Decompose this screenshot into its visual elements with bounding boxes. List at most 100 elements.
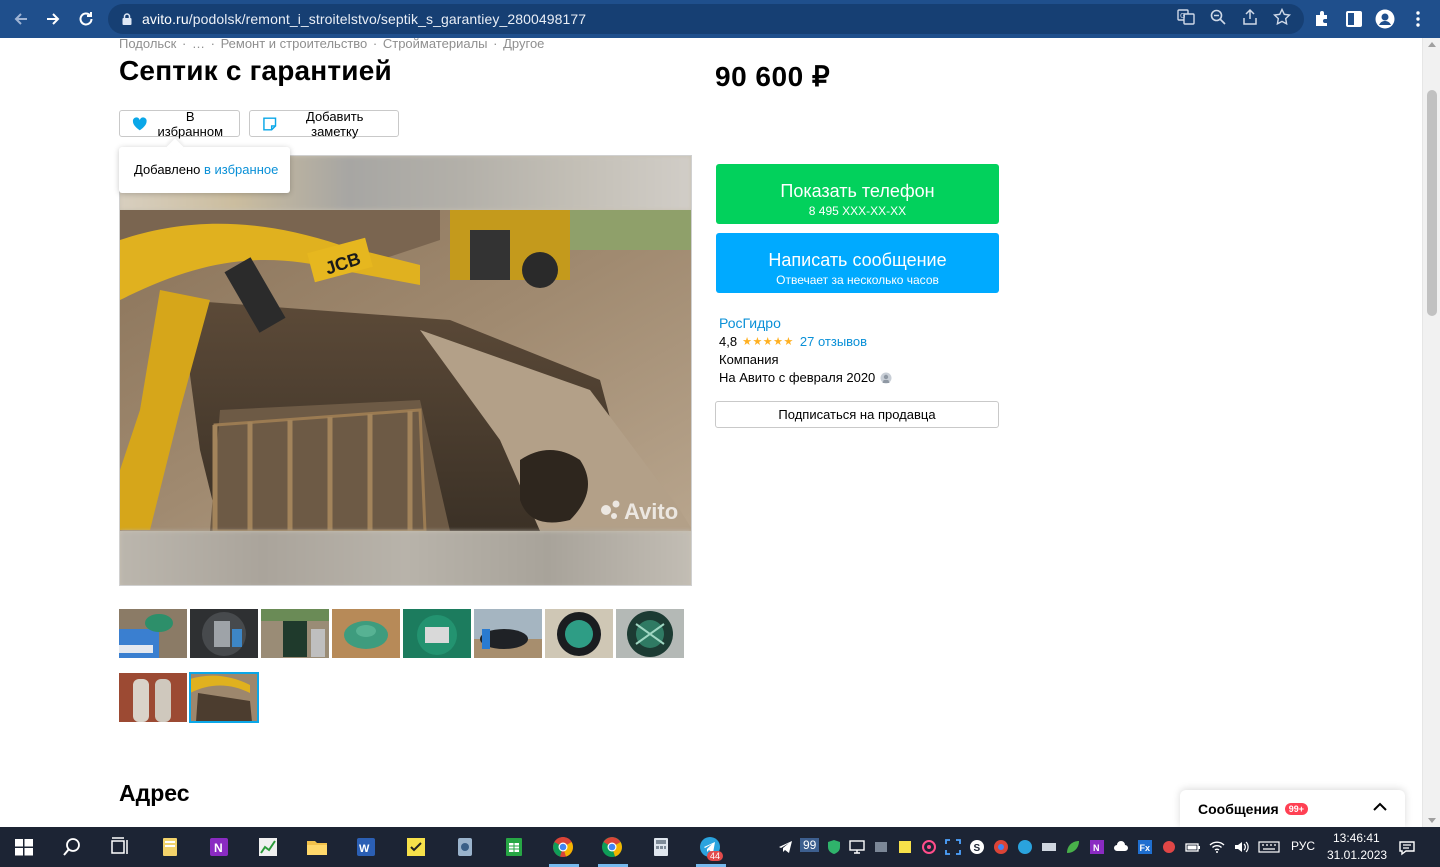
photo-thumbnail[interactable] bbox=[119, 609, 187, 658]
favorite-added-tooltip: Добавлено в избранное bbox=[119, 138, 290, 193]
photo-thumbnail[interactable] bbox=[403, 609, 471, 658]
unread-badge: 99+ bbox=[1284, 802, 1308, 815]
lock-icon[interactable] bbox=[120, 12, 134, 26]
folder-icon[interactable] bbox=[305, 835, 329, 859]
photo-thumbnail[interactable] bbox=[119, 673, 187, 722]
breadcrumb-ellipsis[interactable]: … bbox=[192, 36, 205, 51]
clock-date[interactable]: 31.01.2023 bbox=[1327, 848, 1387, 862]
breadcrumb-separator: · bbox=[372, 36, 378, 51]
windows-start-icon[interactable] bbox=[12, 835, 36, 859]
target-icon[interactable] bbox=[921, 839, 937, 855]
scroll-up-arrow-icon[interactable] bbox=[1428, 42, 1436, 47]
address-bar[interactable]: avito.ru/podolsk/remont_i_stroitelstvo/s… bbox=[108, 4, 1304, 34]
scrollbar-thumb[interactable] bbox=[1427, 90, 1437, 316]
chart-app-icon[interactable] bbox=[256, 835, 280, 859]
heart-icon bbox=[132, 116, 147, 130]
shield-icon[interactable] bbox=[826, 839, 842, 855]
chrome-icon[interactable] bbox=[551, 835, 575, 859]
antivirus-tray-icon[interactable] bbox=[1161, 839, 1177, 855]
bookmark-star-icon[interactable] bbox=[1273, 8, 1291, 26]
photo-thumbnail-active[interactable] bbox=[189, 672, 259, 723]
chrome-profile-icon[interactable] bbox=[600, 835, 624, 859]
svg-text:G: G bbox=[1180, 12, 1185, 20]
side-panel-icon[interactable] bbox=[1344, 9, 1364, 29]
file-explorer-notes-icon[interactable] bbox=[158, 835, 182, 859]
svg-text:N: N bbox=[214, 841, 223, 855]
photo-thumbnail[interactable] bbox=[616, 609, 684, 658]
seller-type: Компания bbox=[719, 352, 779, 367]
breadcrumb-materials[interactable]: Стройматериалы bbox=[383, 36, 488, 51]
word-icon[interactable]: W bbox=[354, 835, 378, 859]
seller-rating: 4,8 ★★★★★ 27 отзывов bbox=[719, 334, 868, 349]
svg-text:Avito: Avito bbox=[624, 499, 678, 524]
notes-tray-icon[interactable] bbox=[897, 839, 913, 855]
add-note-button[interactable]: Добавить заметку bbox=[249, 109, 399, 139]
fx-tray-icon[interactable]: Fx bbox=[1137, 839, 1153, 855]
photo-thumbnail[interactable] bbox=[190, 609, 258, 658]
tray-counter[interactable]: 99 bbox=[800, 838, 820, 852]
reviews-link[interactable]: 27 отзывов bbox=[800, 334, 867, 349]
battery-icon[interactable] bbox=[1185, 839, 1201, 855]
reload-icon[interactable] bbox=[75, 8, 97, 30]
task-view-icon[interactable] bbox=[108, 835, 132, 859]
photo-thumbnail[interactable] bbox=[545, 609, 613, 658]
info-badge-icon[interactable] bbox=[879, 371, 893, 385]
forward-icon[interactable] bbox=[42, 8, 64, 30]
svg-text:N: N bbox=[1093, 843, 1100, 853]
share-icon[interactable] bbox=[1241, 8, 1259, 26]
photo-thumbnail[interactable] bbox=[332, 609, 400, 658]
monitor-icon[interactable] bbox=[849, 839, 865, 855]
main-photo-gallery[interactable]: JCB Avito bbox=[119, 155, 692, 586]
chat-tray-icon[interactable] bbox=[1017, 839, 1033, 855]
address-heading: Адрес bbox=[119, 780, 190, 806]
wifi-icon[interactable] bbox=[1209, 839, 1225, 855]
favorite-button[interactable]: В избранном bbox=[119, 109, 240, 139]
sticky-notes-icon[interactable] bbox=[404, 835, 428, 859]
keyboard-tray-icon[interactable] bbox=[1041, 839, 1057, 855]
volume-icon[interactable] bbox=[1233, 839, 1249, 855]
menu-kebab-icon[interactable] bbox=[1408, 9, 1428, 29]
svg-text:S: S bbox=[974, 843, 981, 854]
leaf-tray-icon[interactable] bbox=[1065, 839, 1081, 855]
favorites-link[interactable]: в избранное bbox=[204, 162, 278, 177]
zoom-icon[interactable] bbox=[1209, 8, 1227, 26]
profile-avatar-icon[interactable] bbox=[1375, 9, 1395, 29]
telegram-tray-icon[interactable] bbox=[778, 839, 794, 855]
extensions-icon[interactable] bbox=[1312, 9, 1332, 29]
back-icon[interactable] bbox=[10, 8, 32, 30]
write-message-button[interactable]: Написать сообщение Отвечает за несколько… bbox=[716, 233, 999, 293]
subscribe-seller-button[interactable]: Подписаться на продавца bbox=[715, 401, 999, 428]
cloud-tray-icon[interactable] bbox=[1113, 839, 1129, 855]
messages-widget[interactable]: Сообщения 99+ bbox=[1180, 790, 1405, 827]
breadcrumb-podolsk[interactable]: Подольск bbox=[119, 36, 176, 51]
svg-text:W: W bbox=[359, 843, 370, 855]
breadcrumb: Подольск · … · Ремонт и строительство · … bbox=[119, 36, 546, 51]
onenote-icon[interactable]: N bbox=[207, 835, 231, 859]
skype-icon[interactable]: S bbox=[969, 839, 985, 855]
breadcrumb-repair[interactable]: Ремонт и строительство bbox=[221, 36, 368, 51]
photo-thumbnail[interactable] bbox=[261, 609, 329, 658]
speaker-app-icon[interactable] bbox=[873, 839, 889, 855]
photo-thumbnail[interactable] bbox=[474, 609, 542, 658]
screenshot-icon[interactable] bbox=[945, 839, 961, 855]
scroll-down-arrow-icon[interactable] bbox=[1428, 818, 1436, 823]
calculator-icon[interactable] bbox=[649, 835, 673, 859]
page-scrollbar[interactable] bbox=[1422, 38, 1440, 827]
app-icon[interactable] bbox=[453, 835, 477, 859]
onenote-tray-icon[interactable]: N bbox=[1089, 839, 1105, 855]
breadcrumb-separator: · bbox=[210, 36, 215, 51]
chevron-up-icon[interactable] bbox=[1373, 802, 1387, 812]
show-phone-button[interactable]: Показать телефон 8 495 XXX-XX-XX bbox=[716, 164, 999, 224]
input-language[interactable]: РУС bbox=[1291, 839, 1315, 853]
clock-time[interactable]: 13:46:41 bbox=[1333, 831, 1380, 845]
main-photo[interactable]: JCB Avito bbox=[120, 210, 692, 531]
notifications-icon[interactable] bbox=[1398, 839, 1416, 857]
spreadsheet-icon[interactable] bbox=[502, 835, 526, 859]
chrome-tray-icon[interactable] bbox=[993, 839, 1009, 855]
search-icon[interactable] bbox=[60, 835, 84, 859]
breadcrumb-other[interactable]: Другое bbox=[503, 36, 544, 51]
url-text: avito.ru/podolsk/remont_i_stroitelstvo/s… bbox=[142, 11, 587, 27]
translate-icon[interactable]: G bbox=[1177, 8, 1195, 26]
touch-keyboard-icon[interactable] bbox=[1258, 839, 1280, 855]
seller-name-link[interactable]: РосГидро bbox=[719, 315, 781, 331]
